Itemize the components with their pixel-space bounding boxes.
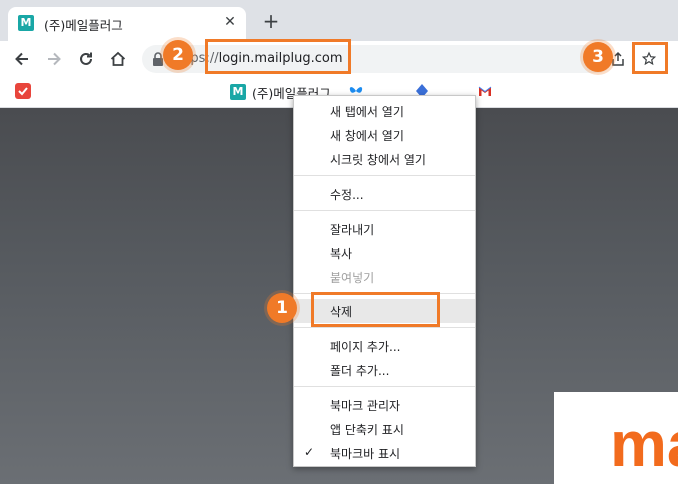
callout-box-delete <box>311 292 440 327</box>
tab-title: (주)메일플러그 <box>44 18 123 33</box>
brand-logo-panel: ma <box>554 392 678 484</box>
gmail-icon[interactable] <box>477 83 493 99</box>
todo-check-icon[interactable] <box>15 83 31 99</box>
forward-icon[interactable] <box>40 45 68 73</box>
mailplug-favicon-icon: M <box>230 84 246 100</box>
active-tab[interactable]: M (주)메일플러그 ✕ <box>8 7 246 41</box>
brand-logo-text: ma <box>610 408 678 480</box>
menu-divider <box>294 210 475 211</box>
menu-add-folder[interactable]: 폴더 추가... <box>294 358 475 382</box>
menu-bookmark-manager[interactable]: 북마크 관리자 <box>294 393 475 417</box>
callout-box-star <box>632 42 668 74</box>
menu-show-app-shortcuts[interactable]: 앱 단축키 표시 <box>294 417 475 441</box>
callout-badge-1: 1 <box>267 293 297 323</box>
menu-item-label: 페이지 추가... <box>330 340 401 354</box>
menu-item-label: 붙여넣기 <box>330 271 375 285</box>
mailplug-favicon-icon: M <box>18 15 34 31</box>
menu-cut[interactable]: 잘라내기 <box>294 217 475 241</box>
new-tab-button[interactable]: + <box>260 10 282 32</box>
back-icon[interactable] <box>8 45 36 73</box>
tab-close-icon[interactable]: ✕ <box>220 12 240 32</box>
menu-item-label: 북마크바 표시 <box>330 447 401 461</box>
home-icon[interactable] <box>104 45 132 73</box>
menu-copy[interactable]: 복사 <box>294 241 475 265</box>
menu-open-incognito[interactable]: 시크릿 창에서 열기 <box>294 147 475 171</box>
checkmark-icon: ✓ <box>304 445 315 459</box>
bookmark-context-menu: 새 탭에서 열기 새 창에서 열기 시크릿 창에서 열기 수정... 잘라내기 … <box>293 95 476 467</box>
menu-divider <box>294 175 475 176</box>
menu-show-bookmarks-bar[interactable]: ✓ 북마크바 표시 <box>294 441 475 465</box>
menu-item-label: 폴더 추가... <box>330 364 390 378</box>
callout-box-url <box>205 39 351 74</box>
menu-open-new-tab[interactable]: 새 탭에서 열기 <box>294 99 475 123</box>
reload-icon[interactable] <box>72 45 100 73</box>
menu-item-label: 수정... <box>330 188 364 202</box>
menu-add-page[interactable]: 페이지 추가... <box>294 334 475 358</box>
tab-strip: M (주)메일플러그 ✕ + <box>0 0 678 41</box>
callout-badge-2: 2 <box>163 40 193 70</box>
menu-item-label: 북마크 관리자 <box>330 399 401 413</box>
menu-divider <box>294 386 475 387</box>
menu-paste: 붙여넣기 <box>294 265 475 289</box>
menu-item-label: 잘라내기 <box>330 223 375 237</box>
menu-item-label: 복사 <box>330 247 353 261</box>
menu-item-label: 앱 단축키 표시 <box>330 423 404 437</box>
menu-item-label: 새 창에서 열기 <box>330 129 404 143</box>
callout-badge-3: 3 <box>583 42 613 72</box>
menu-item-label: 시크릿 창에서 열기 <box>330 153 426 167</box>
menu-item-label: 새 탭에서 열기 <box>330 105 404 119</box>
menu-edit[interactable]: 수정... <box>294 182 475 206</box>
menu-divider <box>294 327 475 328</box>
menu-open-new-window[interactable]: 새 창에서 열기 <box>294 123 475 147</box>
